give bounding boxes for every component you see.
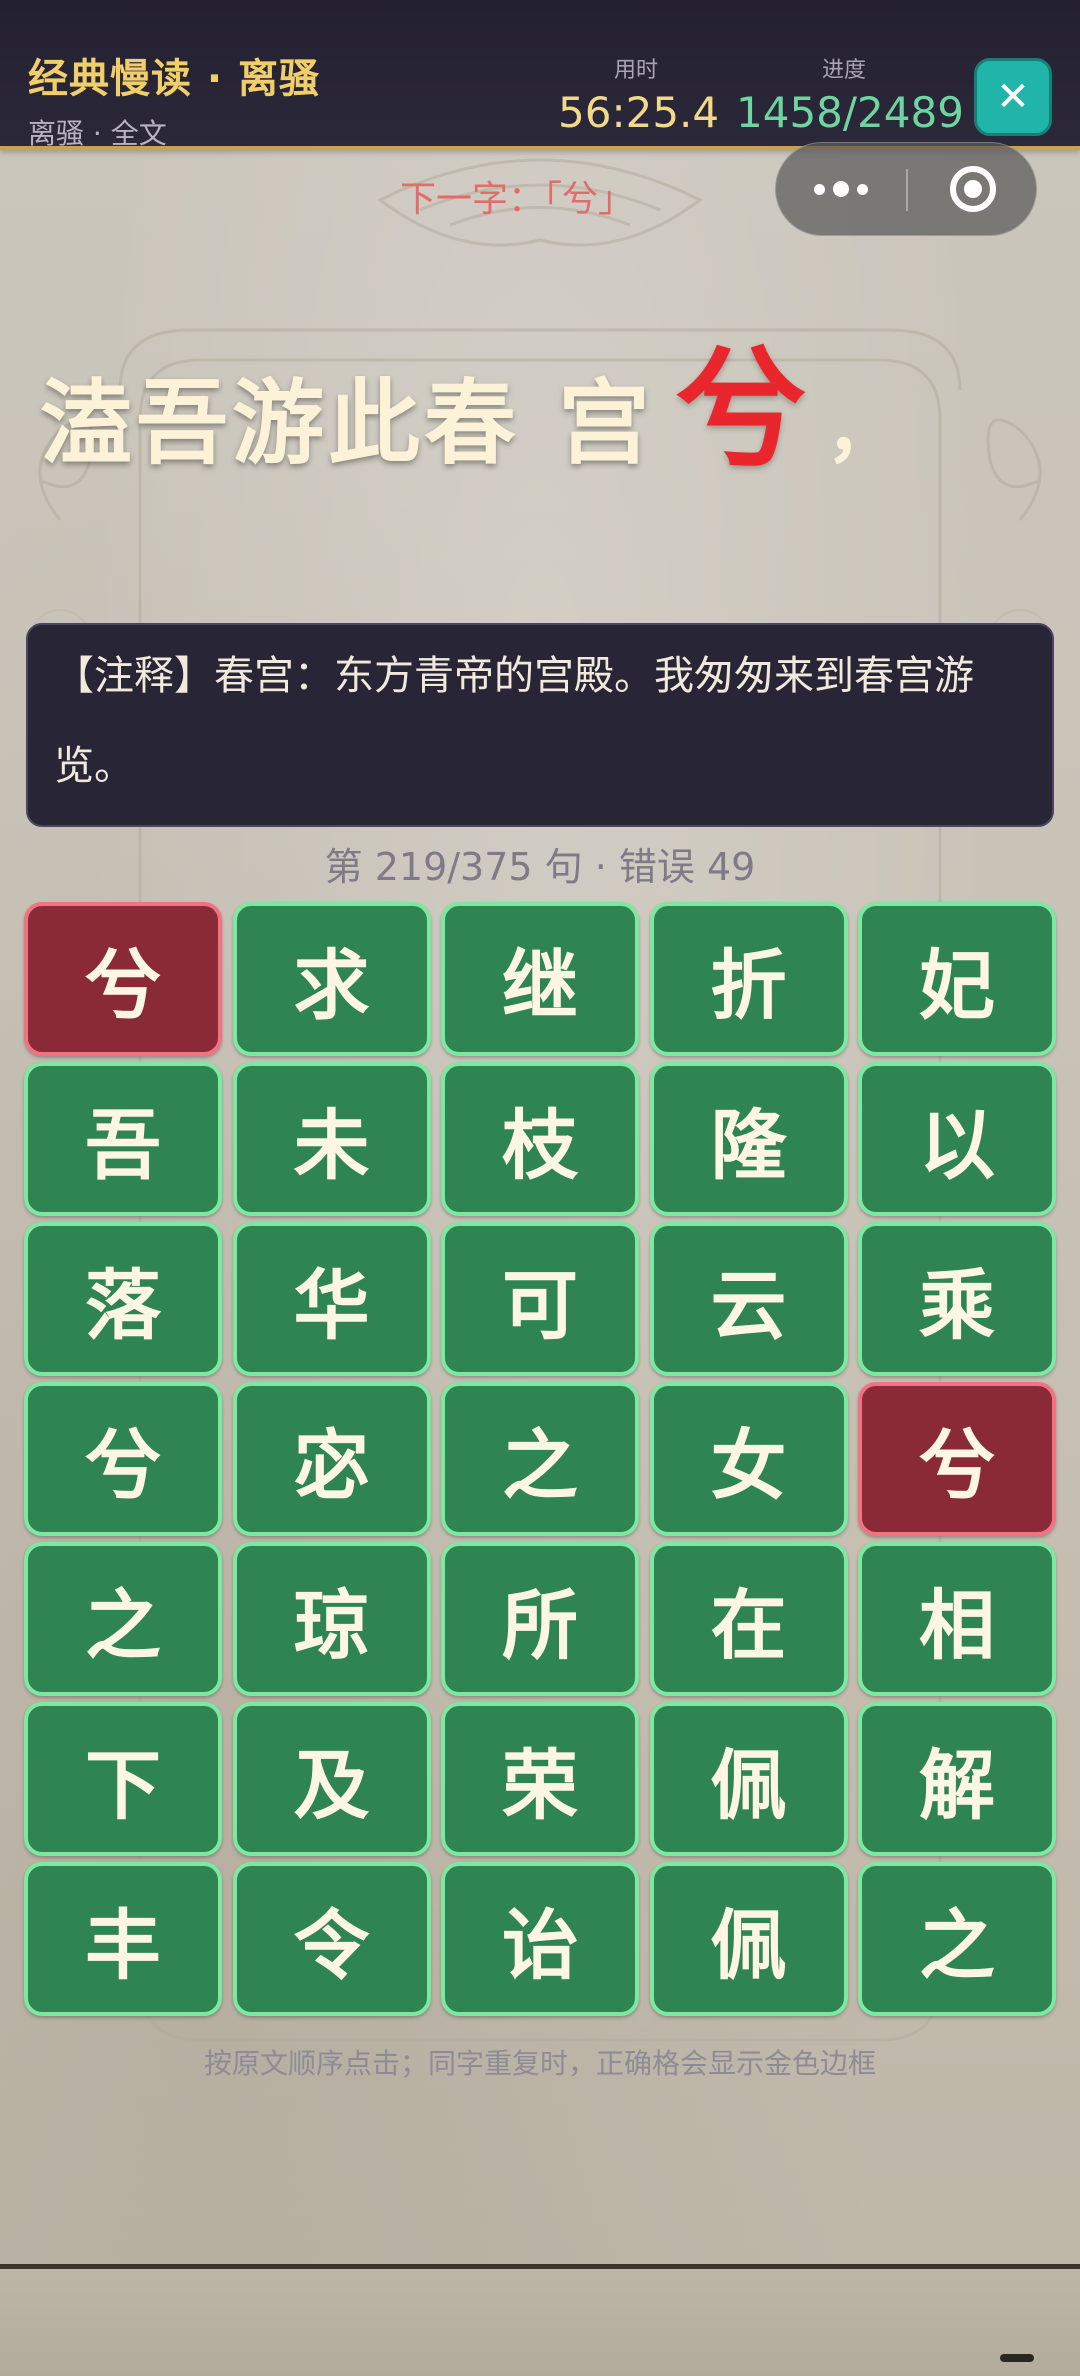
annotation-panel: 【注释】春宫：东方青帝的宫殿。我匆匆来到春宫游览。 bbox=[26, 623, 1054, 827]
close-button[interactable]: ✕ bbox=[974, 58, 1052, 136]
char-cell[interactable]: 兮 bbox=[24, 902, 222, 1056]
annotation-text: 【注释】春宫：东方青帝的宫殿。我匆匆来到春宫游览。 bbox=[54, 653, 974, 789]
progress-label: 进度 bbox=[821, 58, 866, 83]
verse-punctuation: ， bbox=[826, 387, 899, 472]
char-cell[interactable]: 妃 bbox=[858, 902, 1056, 1056]
char-cell[interactable]: 枝 bbox=[441, 1062, 639, 1216]
close-icon: ✕ bbox=[996, 74, 1030, 120]
verse-line: 溘吾游此春 宫 兮 ， bbox=[40, 305, 898, 493]
verse-text-2: 宫 bbox=[558, 369, 655, 477]
char-cell[interactable]: 相 bbox=[858, 1542, 1056, 1696]
char-cell[interactable]: 宓 bbox=[232, 1382, 431, 1536]
char-cell[interactable]: 吾 bbox=[24, 1062, 222, 1216]
char-cell[interactable]: 所 bbox=[441, 1542, 639, 1696]
char-cell[interactable]: 兮 bbox=[858, 1382, 1056, 1536]
char-cell[interactable]: 之 bbox=[441, 1382, 639, 1536]
top-bar: 经典慢读 · 离骚 离骚 · 全文 用时 进度 56:25.4 1458/248… bbox=[0, 0, 1080, 150]
char-cell[interactable]: 兮 bbox=[24, 1382, 222, 1536]
char-cell[interactable]: 女 bbox=[649, 1382, 848, 1536]
char-cell[interactable]: 佩 bbox=[649, 1862, 848, 2016]
home-indicator bbox=[1000, 2354, 1034, 2362]
next-char-hint: 下一字：「兮」 bbox=[400, 179, 635, 220]
character-grid: 兮求继折妃吾未枝隆以落华可云乘兮宓之女兮之琼所在相下及荣佩解丰令诒佩之 bbox=[24, 902, 1056, 2016]
time-value: 56:25.4 bbox=[558, 88, 720, 137]
char-cell[interactable]: 之 bbox=[24, 1542, 222, 1696]
time-label: 用时 bbox=[613, 58, 658, 83]
char-cell[interactable]: 隆 bbox=[649, 1062, 848, 1216]
bottom-area bbox=[0, 2269, 1080, 2376]
char-cell[interactable]: 诒 bbox=[441, 1862, 639, 2016]
char-cell[interactable]: 丰 bbox=[24, 1862, 222, 2016]
char-cell[interactable]: 折 bbox=[649, 902, 848, 1056]
char-cell[interactable]: 琼 bbox=[232, 1542, 431, 1696]
target-circle-icon bbox=[950, 166, 996, 212]
char-cell[interactable]: 令 bbox=[232, 1862, 431, 2016]
progress-value: 1458/2489 bbox=[736, 88, 964, 137]
char-cell[interactable]: 下 bbox=[24, 1702, 222, 1856]
sentence-counter: 第 219/375 句 · 错误 49 bbox=[324, 845, 756, 889]
char-cell[interactable]: 落 bbox=[24, 1222, 222, 1376]
char-cell[interactable]: 及 bbox=[232, 1702, 431, 1856]
char-cell[interactable]: 乘 bbox=[858, 1222, 1056, 1376]
char-cell[interactable]: 佩 bbox=[649, 1702, 848, 1856]
more-dots-icon bbox=[814, 181, 868, 197]
char-cell[interactable]: 华 bbox=[232, 1222, 431, 1376]
char-cell[interactable]: 在 bbox=[649, 1542, 848, 1696]
instruction-tip: 按原文顺序点击；同字重复时，正确格会显示金色边框 bbox=[203, 2047, 876, 2080]
char-cell[interactable]: 求 bbox=[232, 902, 431, 1056]
char-cell[interactable]: 继 bbox=[441, 902, 639, 1056]
char-cell[interactable]: 未 bbox=[232, 1062, 431, 1216]
char-cell[interactable]: 云 bbox=[649, 1222, 848, 1376]
char-cell[interactable]: 可 bbox=[441, 1222, 639, 1376]
char-cell[interactable]: 以 bbox=[858, 1062, 1056, 1216]
verse-text: 溘吾游此春 bbox=[40, 369, 521, 477]
char-cell[interactable]: 之 bbox=[858, 1862, 1056, 2016]
app-title: 经典慢读 · 离骚 bbox=[28, 56, 321, 102]
app-subtitle: 离骚 · 全文 bbox=[28, 117, 167, 150]
verse-current-char: 兮 bbox=[676, 333, 807, 486]
capsule-close-button[interactable] bbox=[908, 143, 1038, 235]
char-cell[interactable]: 荣 bbox=[441, 1702, 639, 1856]
miniprogram-capsule bbox=[775, 142, 1037, 236]
capsule-menu-button[interactable] bbox=[776, 143, 906, 235]
char-cell[interactable]: 解 bbox=[858, 1702, 1056, 1856]
